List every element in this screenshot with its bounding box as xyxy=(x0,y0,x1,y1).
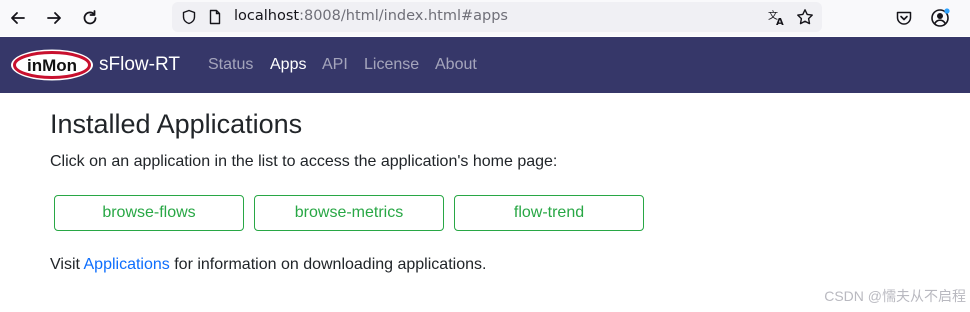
url-text[interactable]: localhost:8008/html/index.html#apps xyxy=(234,8,508,24)
nav-api[interactable]: API xyxy=(322,56,348,74)
page-icon[interactable] xyxy=(206,8,224,26)
brand-name[interactable]: sFlow-RT xyxy=(99,54,180,76)
nav-apps[interactable]: Apps xyxy=(270,56,306,74)
app-navbar: inMon sFlow-RT Status Apps API License A… xyxy=(0,37,970,93)
svg-text:A: A xyxy=(776,17,784,26)
reload-icon[interactable] xyxy=(78,6,102,30)
account-icon[interactable] xyxy=(928,6,952,30)
url-path: :8008/html/index.html#apps xyxy=(299,8,508,24)
url-bar[interactable]: localhost:8008/html/index.html#apps 文A xyxy=(172,2,822,32)
applications-link[interactable]: Applications xyxy=(84,256,170,273)
inmon-logo[interactable]: inMon xyxy=(10,48,94,82)
nav-license[interactable]: License xyxy=(364,56,419,74)
pocket-icon[interactable] xyxy=(892,6,916,30)
translate-icon[interactable]: 文A xyxy=(768,8,786,26)
nav-status[interactable]: Status xyxy=(208,56,253,74)
browser-toolbar: localhost:8008/html/index.html#apps 文A xyxy=(0,0,970,36)
shield-icon[interactable] xyxy=(180,8,198,26)
visit-prefix: Visit xyxy=(50,256,80,273)
visit-suffix: for information on downloading applicati… xyxy=(174,256,487,273)
visit-text: Visit Applications for information on do… xyxy=(50,256,486,274)
back-arrow-icon[interactable] xyxy=(6,6,30,30)
logo-text: inMon xyxy=(27,56,77,75)
app-button-flow-trend[interactable]: flow-trend xyxy=(454,195,644,231)
url-host: localhost xyxy=(234,8,300,24)
page-title: Installed Applications xyxy=(50,109,303,139)
forward-arrow-icon[interactable] xyxy=(42,6,66,30)
nav-about[interactable]: About xyxy=(435,56,477,74)
intro-text: Click on an application in the list to a… xyxy=(50,153,558,170)
star-icon[interactable] xyxy=(796,8,814,26)
app-button-browse-flows[interactable]: browse-flows xyxy=(54,195,244,231)
app-button-browse-metrics[interactable]: browse-metrics xyxy=(254,195,444,231)
watermark: CSDN @懦夫从不启程 xyxy=(824,288,966,304)
